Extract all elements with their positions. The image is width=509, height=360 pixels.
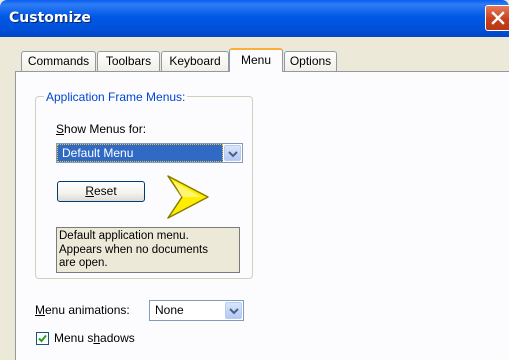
tab-options[interactable]: Options <box>284 51 337 71</box>
menu-description: Default application menu. Appears when n… <box>56 227 240 273</box>
tab-commands[interactable]: Commands <box>21 51 96 71</box>
show-menus-dropdown[interactable]: Default Menu <box>56 143 243 163</box>
show-menus-value: Default Menu <box>57 144 223 162</box>
group-legend: Application Frame Menus: <box>44 90 188 104</box>
checkmark-icon <box>38 334 47 343</box>
tab-toolbars[interactable]: Toolbars <box>97 51 160 71</box>
menu-shadows-label[interactable]: Menu shadows <box>54 331 135 345</box>
menu-shadows-checkbox[interactable] <box>36 332 49 345</box>
window-title: Customize <box>9 10 91 26</box>
tab-keyboard[interactable]: Keyboard <box>161 51 229 71</box>
customize-dialog: Customize Commands Toolbars Keyboard Men… <box>0 0 509 360</box>
menu-animations-dropdown[interactable]: None <box>149 300 244 321</box>
title-bar[interactable]: Customize <box>0 0 509 37</box>
close-button[interactable] <box>485 5 509 31</box>
tab-menu[interactable]: Menu <box>229 48 283 72</box>
chevron-down-icon <box>229 308 239 315</box>
dropdown-arrow-button[interactable] <box>224 145 241 161</box>
dropdown-arrow-button[interactable] <box>225 302 242 319</box>
show-menus-label: Show Menus for: <box>56 122 147 136</box>
close-icon <box>491 11 505 25</box>
reset-button[interactable]: Reset <box>57 181 145 202</box>
pointer-arrow-icon <box>167 175 209 219</box>
menu-animations-label: Menu animations: <box>35 303 130 317</box>
chevron-down-icon <box>228 151 238 158</box>
menu-animations-value: None <box>155 303 184 317</box>
